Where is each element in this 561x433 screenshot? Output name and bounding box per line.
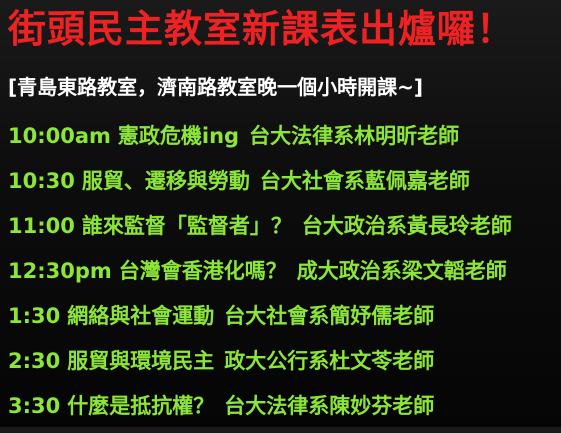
schedule-row: 1:30 網絡與社會運動 台大社會系簡妤儒老師 [8,298,558,343]
session-time: 12:30pm [8,259,112,283]
session-topic: 網絡與社會運動 [67,304,215,328]
session-time: 10:30 [8,169,75,193]
schedule-row: 11:00 誰來監督「監督者」？ 台大政治系黃長玲老師 [8,208,558,253]
session-topic: 服貿與環境民主 [67,349,215,373]
session-speaker: 台大政治系黃長玲老師 [301,214,512,238]
session-speaker: 台大法律系陳妙芬老師 [224,394,435,418]
session-time: 11:00 [8,214,75,238]
session-topic: 誰來監督「監督者」？ [81,214,292,238]
session-speaker: 政大公行系杜文苓老師 [224,349,435,373]
schedule-row: 2:30 服貿與環境民主 政大公行系杜文苓老師 [8,343,558,388]
session-speaker: 台大法律系林明昕老師 [249,124,460,148]
session-speaker: 台大社會系簡妤儒老師 [224,304,435,328]
schedule-row: 10:30 服貿、遷移與勞動 台大社會系藍佩嘉老師 [8,163,558,208]
session-speaker: 成大政治系梁文韜老師 [296,259,507,283]
session-time: 3:30 [8,394,61,418]
session-topic: 台灣會香港化嗎？ [118,259,287,283]
page-subtitle: [青島東路教室，濟南路教室晚一個小時開課~] [8,75,424,99]
session-time: 2:30 [8,349,61,373]
session-time: 1:30 [8,304,61,328]
session-topic: 憲政危機ing [117,124,240,148]
schedule-row: 10:00am 憲政危機ing 台大法律系林明昕老師 [8,118,558,163]
session-speaker: 台大社會系藍佩嘉老師 [259,169,470,193]
schedule-list: 10:00am 憲政危機ing 台大法律系林明昕老師 10:30 服貿、遷移與勞動 台大… [8,118,558,433]
session-topic: 什麼是抵抗權？ [67,394,215,418]
page-title: 街頭民主教室新課表出爐囉！ [8,7,516,51]
schedule-row: 3:30 什麼是抵抗權？ 台大法律系陳妙芬老師 [8,388,558,433]
schedule-row: 12:30pm 台灣會香港化嗎？ 成大政治系梁文韜老師 [8,253,558,298]
session-topic: 服貿、遷移與勞動 [81,169,250,193]
session-time: 10:00am [8,124,111,148]
